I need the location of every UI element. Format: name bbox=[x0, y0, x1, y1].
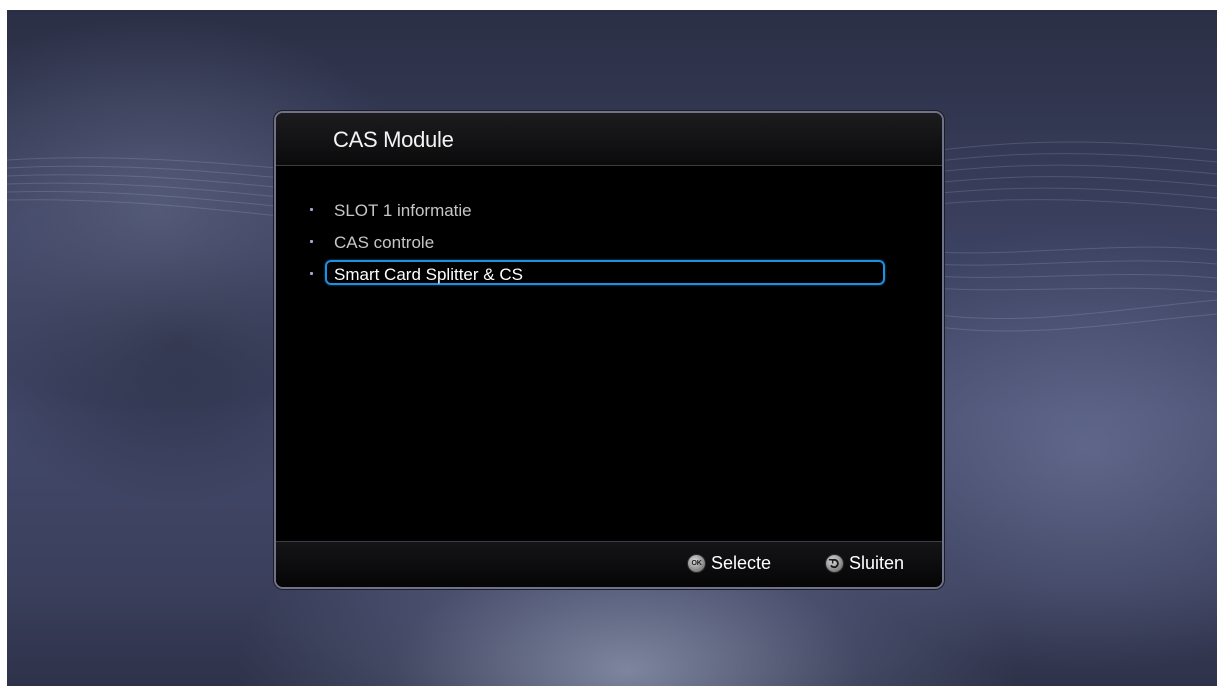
ok-button-icon: OK bbox=[687, 553, 706, 573]
select-action[interactable]: OK Selecte bbox=[687, 552, 771, 574]
return-arrow-glyph bbox=[828, 558, 839, 568]
bullet-icon bbox=[310, 208, 313, 211]
select-label: Selecte bbox=[711, 552, 772, 573]
menu-item-label: SLOT 1 informatie bbox=[334, 201, 472, 220]
close-label: Sluiten bbox=[849, 552, 905, 573]
return-arrow-icon bbox=[825, 553, 844, 573]
dialog-title: CAS Module bbox=[333, 127, 454, 152]
menu-item-label: CAS controle bbox=[334, 233, 435, 252]
menu-item-smart-card-splitter[interactable]: Smart Card Splitter & CS bbox=[276, 260, 942, 287]
close-action[interactable]: Sluiten bbox=[825, 552, 904, 574]
menu-item-cas-control[interactable]: CAS controle bbox=[276, 229, 942, 255]
menu-item-slot-info[interactable]: SLOT 1 informatie bbox=[276, 197, 942, 223]
cas-module-dialog: CAS Module SLOT 1 informatie CAS control… bbox=[274, 111, 944, 589]
menu-item-label: Smart Card Splitter & CS bbox=[334, 265, 523, 284]
bullet-icon bbox=[310, 272, 313, 275]
dialog-header: CAS Module bbox=[276, 113, 942, 166]
ok-icon-text: OK bbox=[691, 559, 702, 567]
dialog-footer: OK Selecte Sluiten bbox=[276, 541, 942, 587]
bullet-icon bbox=[310, 240, 313, 243]
tv-screen: CAS Module SLOT 1 informatie CAS control… bbox=[7, 10, 1217, 686]
